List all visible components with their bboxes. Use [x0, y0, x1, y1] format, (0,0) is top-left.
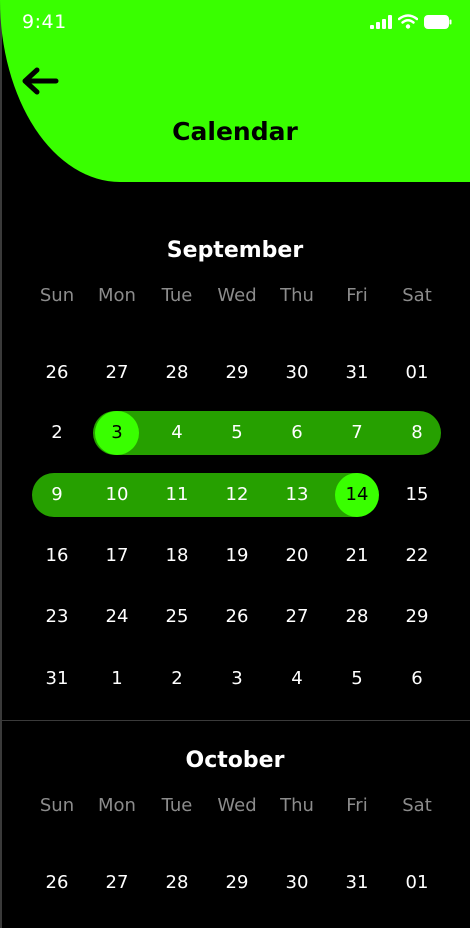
day-cell[interactable]: 23 — [27, 594, 87, 640]
week-row: 16 17 18 19 20 21 22 — [27, 533, 447, 579]
day-cell[interactable]: 31 — [327, 350, 387, 396]
day-cell[interactable]: 30 — [267, 860, 327, 906]
day-cell[interactable]: 27 — [87, 350, 147, 396]
day-cell[interactable]: 1 — [87, 656, 147, 702]
day-cell[interactable]: 31 — [27, 656, 87, 702]
weekday-label: Sun — [39, 285, 75, 306]
week-row: 23 24 25 26 27 28 29 — [27, 594, 447, 640]
day-cell[interactable]: 27 — [267, 594, 327, 640]
day-cell[interactable]: 16 — [27, 533, 87, 579]
day-cell[interactable]: 25 — [147, 594, 207, 640]
day-cell[interactable]: 18 — [147, 533, 207, 579]
header: 9:41 Calendar — [0, 0, 470, 182]
day-cell[interactable]: 27 — [87, 860, 147, 906]
day-cell[interactable]: 28 — [327, 594, 387, 640]
day-cell[interactable]: 01 — [387, 860, 447, 906]
day-cell[interactable]: 26 — [27, 350, 87, 396]
day-cell[interactable]: 2 — [27, 410, 87, 456]
day-cell[interactable]: 20 — [267, 533, 327, 579]
day-cell[interactable]: 28 — [147, 350, 207, 396]
day-cell[interactable]: 22 — [387, 533, 447, 579]
day-cell[interactable]: 24 — [87, 594, 147, 640]
wifi-icon — [398, 14, 418, 29]
weekday-label: Mon — [98, 285, 136, 306]
weekday-header: Sun Mon Tue Wed Thu Fri Sat — [27, 285, 447, 306]
day-cell-in-range[interactable]: 8 — [387, 410, 447, 456]
day-cell[interactable]: 26 — [27, 860, 87, 906]
day-cell[interactable]: 6 — [387, 656, 447, 702]
day-cell[interactable]: 29 — [207, 860, 267, 906]
weekday-label: Fri — [346, 285, 368, 306]
page-title: Calendar — [172, 117, 298, 146]
weekday-label: Sat — [402, 795, 432, 816]
day-cell[interactable]: 31 — [327, 860, 387, 906]
day-cell[interactable]: 26 — [207, 594, 267, 640]
day-cell[interactable]: 29 — [387, 594, 447, 640]
week-row: 9 10 11 12 13 14 15 — [27, 472, 447, 518]
month-title: September — [166, 238, 304, 263]
day-cell[interactable]: 21 — [327, 533, 387, 579]
battery-icon — [424, 14, 452, 29]
month-title: October — [185, 748, 285, 773]
weekday-label: Wed — [217, 285, 257, 306]
weekday-label: Fri — [346, 795, 368, 816]
day-cell-in-range[interactable]: 6 — [267, 410, 327, 456]
status-icons — [370, 14, 452, 29]
weekday-label: Mon — [98, 795, 136, 816]
weekday-label: Sun — [39, 795, 75, 816]
weekday-label: Wed — [217, 795, 257, 816]
day-cell-range-start[interactable]: 3 — [87, 410, 147, 456]
day-cell[interactable]: 15 — [387, 472, 447, 518]
week-row: 31 1 2 3 4 5 6 — [27, 656, 447, 702]
day-cell-in-range[interactable]: 5 — [207, 410, 267, 456]
day-cell[interactable]: 4 — [267, 656, 327, 702]
day-cell[interactable]: 5 — [327, 656, 387, 702]
weekday-header: Sun Mon Tue Wed Thu Fri Sat — [27, 795, 447, 816]
day-cell-in-range[interactable]: 11 — [147, 472, 207, 518]
back-arrow-icon[interactable] — [20, 64, 60, 98]
day-cell[interactable]: 30 — [267, 350, 327, 396]
day-cell-in-range[interactable]: 4 — [147, 410, 207, 456]
day-cell[interactable]: 29 — [207, 350, 267, 396]
day-cell[interactable]: 01 — [387, 350, 447, 396]
day-cell-in-range[interactable]: 10 — [87, 472, 147, 518]
day-cell-in-range[interactable]: 7 — [327, 410, 387, 456]
weekday-label: Tue — [161, 795, 193, 816]
day-cell[interactable]: 2 — [147, 656, 207, 702]
status-time: 9:41 — [22, 11, 67, 33]
weekday-label: Thu — [280, 795, 314, 816]
week-row: 26 27 28 29 30 31 01 — [27, 860, 447, 906]
day-cell[interactable]: 17 — [87, 533, 147, 579]
weekday-label: Thu — [280, 285, 314, 306]
signal-icon — [370, 14, 392, 29]
day-cell-in-range[interactable]: 9 — [27, 472, 87, 518]
weekday-label: Tue — [161, 285, 193, 306]
day-cell-range-end[interactable]: 14 — [327, 472, 387, 518]
day-cell[interactable]: 19 — [207, 533, 267, 579]
week-row: 2 3 4 5 6 7 8 — [27, 410, 447, 456]
weekday-label: Sat — [402, 285, 432, 306]
day-cell[interactable]: 3 — [207, 656, 267, 702]
day-cell-in-range[interactable]: 12 — [207, 472, 267, 518]
month-divider — [0, 720, 470, 721]
day-cell-in-range[interactable]: 13 — [267, 472, 327, 518]
week-row: 26 27 28 29 30 31 01 — [27, 350, 447, 396]
day-cell[interactable]: 28 — [147, 860, 207, 906]
